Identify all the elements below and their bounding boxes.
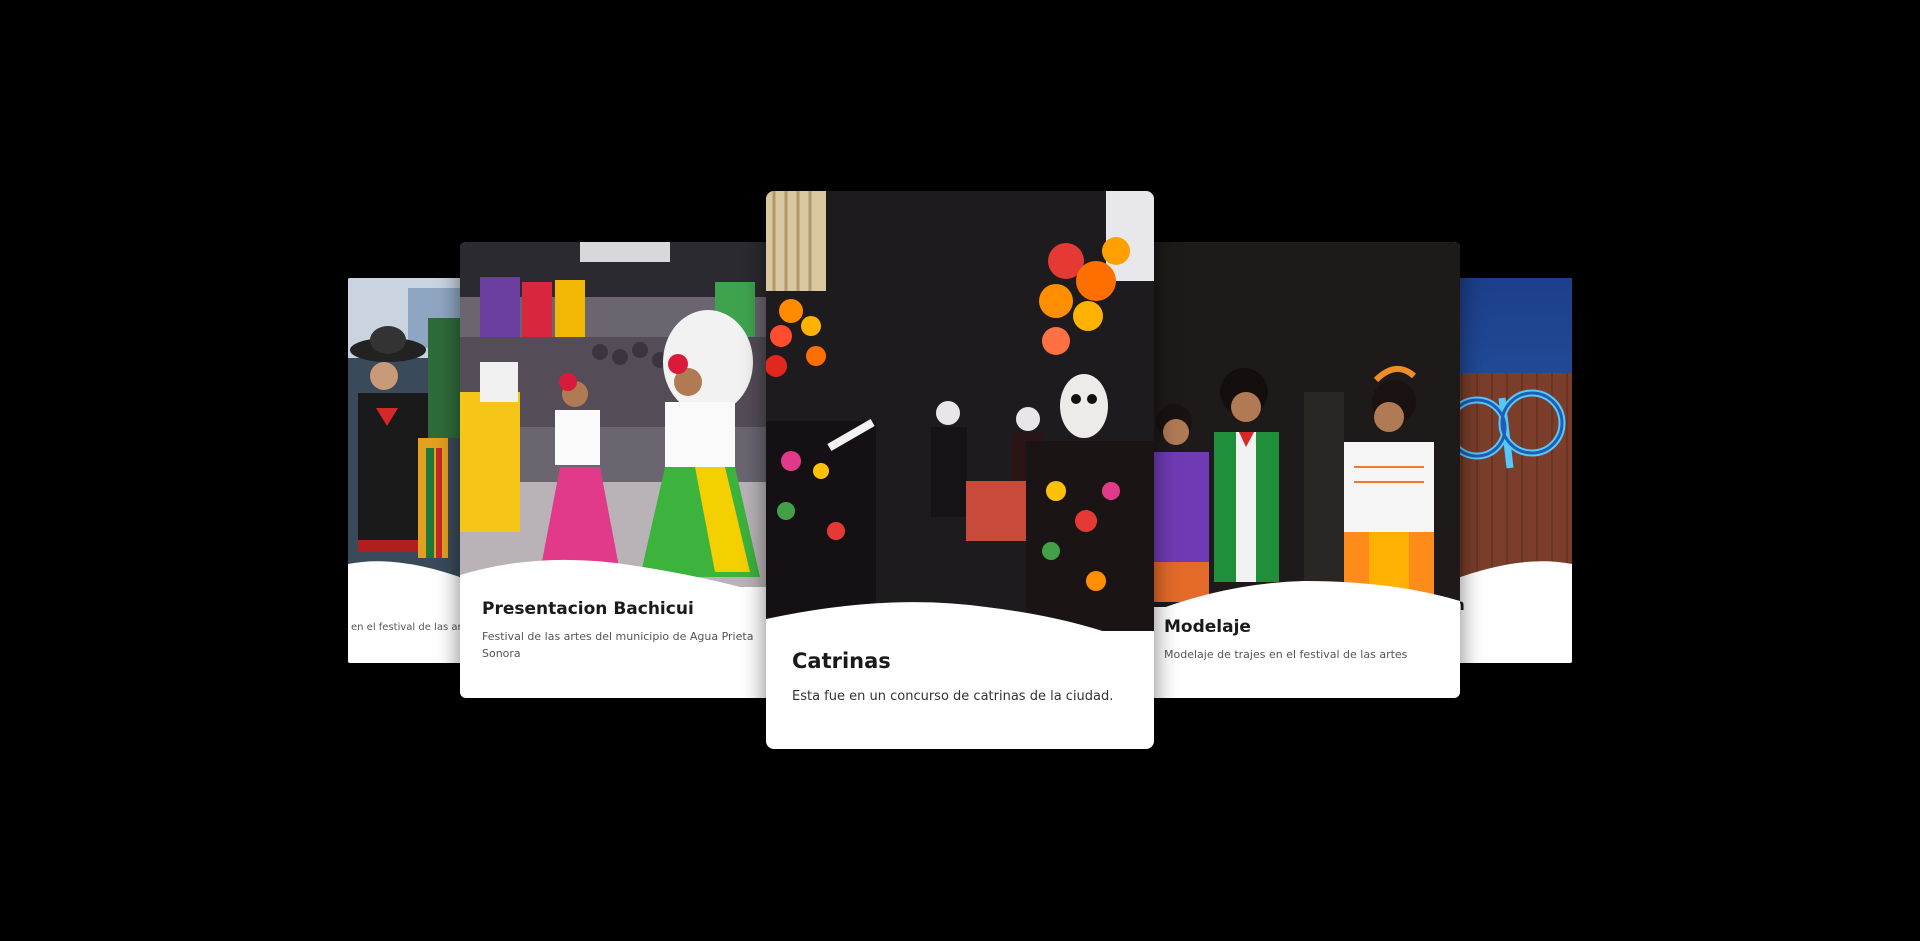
card-title: Modelaje — [1164, 617, 1251, 637]
card-wave-divider — [1452, 558, 1572, 588]
carousel-card-center[interactable]: Catrinas Esta fue en un concurso de catr… — [766, 191, 1154, 749]
card-image-mariachi-dancers — [348, 278, 468, 578]
card-description: Modelaje de trajes en el festival de las… — [1164, 648, 1408, 661]
carousel-card-far-left[interactable]: en el festival de las artes — [348, 278, 468, 663]
card-title: Presentacion Bachicui — [482, 599, 694, 619]
card-wave-divider — [1144, 577, 1460, 617]
card-wave-divider — [460, 557, 776, 597]
card-title: Catrinas — [792, 649, 891, 673]
card-image-folklorico-dancers — [460, 242, 776, 587]
card-description: en el festival de las artes — [351, 622, 468, 633]
card-wave-divider — [348, 558, 468, 588]
carousel-stage: en el festival de las artes Presentacion… — [0, 0, 1920, 941]
card-image-costume-models — [1144, 242, 1460, 607]
card-description: Esta fue en un concurso de catrinas de l… — [792, 689, 1114, 704]
carousel-card-near-left[interactable]: Presentacion Bachicui Festival de las ar… — [460, 242, 776, 698]
card-image-graffiti-wall — [1452, 278, 1572, 578]
card-description: Festival de las artes del municipio de A… — [482, 630, 754, 661]
carousel-card-far-right[interactable]: n a — [1452, 278, 1572, 663]
carousel-card-near-right[interactable]: Modelaje Modelaje de trajes en el festiv… — [1144, 242, 1460, 698]
card-image-catrinas-costumes — [766, 191, 1154, 631]
card-wave-divider — [766, 601, 1154, 651]
